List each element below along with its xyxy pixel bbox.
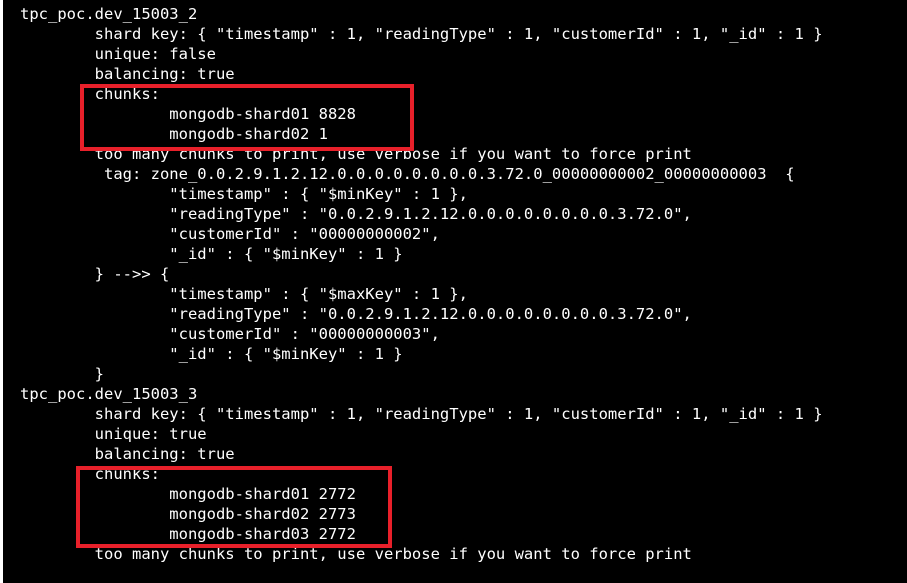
collection-name-line: tpc_poc.dev_15003_2 [20,5,198,23]
range-field-line: "customerId" : "00000000002", [20,225,440,243]
shard-key-line: shard key: { "timestamp" : 1, "readingTy… [20,405,823,423]
range-field-line: "customerId" : "00000000003", [20,325,440,343]
range-field-line: "timestamp" : { "$minKey" : 1 }, [20,185,468,203]
range-field-line: "readingType" : "0.0.2.9.1.2.12.0.0.0.0.… [20,205,692,223]
range-field-line: "timestamp" : { "$maxKey" : 1 }, [20,285,468,303]
chunks-highlight-box [80,84,414,151]
chunks-highlight-box [76,466,392,548]
tag-line: tag: zone_0.0.2.9.1.2.12.0.0.0.0.0.0.0.0… [20,165,795,183]
range-field-line: "_id" : { "$minKey" : 1 } [20,245,403,263]
balancing-line: balancing: true [20,65,235,83]
range-separator-line: } -->> { [20,265,170,283]
range-field-line: "_id" : { "$minKey" : 1 } [20,345,403,363]
unique-line: unique: true [20,425,207,443]
unique-line: unique: false [20,45,216,63]
range-field-line: "readingType" : "0.0.2.9.1.2.12.0.0.0.0.… [20,305,692,323]
range-close-line: } [20,365,104,383]
shard-key-line: shard key: { "timestamp" : 1, "readingTy… [20,25,823,43]
balancing-line: balancing: true [20,445,235,463]
collection-name-line: tpc_poc.dev_15003_3 [20,385,198,403]
